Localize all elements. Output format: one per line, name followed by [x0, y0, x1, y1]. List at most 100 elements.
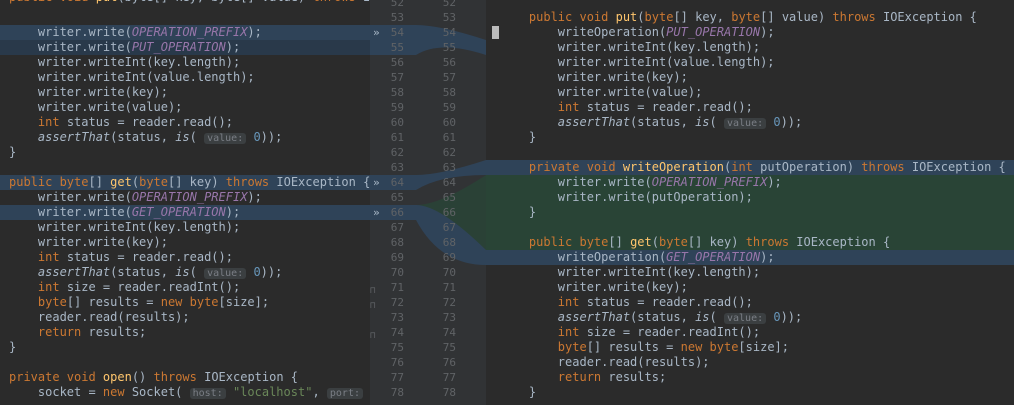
code-line[interactable]: writer.write(OPERATION_PREFIX); [486, 175, 1014, 190]
parameter-hint: value: [723, 118, 767, 129]
code-token: read [608, 355, 638, 369]
code-line[interactable]: } [486, 205, 1014, 220]
code-line[interactable]: int status = reader.read(); [486, 295, 1014, 310]
code-line[interactable]: writer.write(putOperation); [486, 190, 1014, 205]
code-token: [] key) [687, 235, 746, 249]
apply-change-arrow-icon[interactable]: » [373, 25, 380, 40]
fold-marker-icon[interactable]: ⊓ [370, 286, 375, 296]
parameter-hint: value: [204, 133, 247, 144]
right-editor-pane[interactable]: public void put(byte[] key, byte[] value… [486, 0, 1014, 405]
code-line[interactable]: byte[] results = new byte[size]; [486, 340, 1014, 355]
code-line[interactable]: } [0, 340, 370, 355]
code-text: assertThat(status, is( value: 0)); [9, 130, 370, 146]
code-line[interactable]: writer.write(key); [486, 70, 1014, 85]
code-line[interactable]: writer.writeInt(value.length); [0, 70, 370, 85]
code-token: (byte[] key, byte[] value) [117, 0, 312, 4]
code-line[interactable]: writer.write(OPERATION_PREFIX); [0, 25, 370, 40]
code-line[interactable]: public void put(byte[] key, byte[] value… [486, 10, 1014, 25]
code-token: throws [832, 10, 883, 24]
code-token: [size]; [218, 295, 270, 309]
code-text: writer.write(key); [500, 280, 1014, 295]
code-text: assertThat(status, is( value: 0)); [500, 115, 1014, 131]
code-line[interactable]: socket = new Socket( host: "localhost", … [0, 385, 370, 400]
code-line[interactable]: writer.writeInt(value.length); [486, 55, 1014, 70]
code-token: int [37, 280, 67, 294]
code-line[interactable]: int size = reader.readInt(); [0, 280, 370, 295]
code-token: writeOperation [622, 160, 724, 174]
code-text: } [500, 385, 1014, 400]
apply-change-arrow-icon[interactable]: » [373, 175, 380, 190]
code-token: (results); [637, 355, 710, 369]
code-token: [] [88, 175, 111, 189]
fold-marker-icon[interactable]: ⊓ [370, 301, 375, 311]
code-line[interactable]: } [486, 130, 1014, 145]
code-line[interactable]: writer.write(key); [0, 235, 370, 250]
code-token: IOException { [276, 175, 370, 189]
code-line[interactable]: assertThat(status, is( value: 0)); [486, 115, 1014, 130]
code-token: int [557, 295, 587, 309]
code-line[interactable]: writer.write(value); [0, 100, 370, 115]
code-token: OPERATION_PREFIX [131, 190, 248, 204]
code-line[interactable]: public byte[] get(byte[] key) throws IOE… [486, 235, 1014, 250]
code-text: int status = reader.read(); [500, 295, 1014, 310]
code-line[interactable]: writer.write(PUT_OPERATION); [0, 40, 370, 55]
code-line[interactable]: writer.write(key); [486, 280, 1014, 295]
code-line[interactable]: return results; [0, 325, 370, 340]
code-line[interactable]: return results; [486, 370, 1014, 385]
code-line[interactable]: reader.read(results); [0, 310, 370, 325]
code-text: public byte[] get(byte[] key) throws IOE… [9, 175, 370, 190]
code-line[interactable]: int size = reader.readInt(); [486, 325, 1014, 340]
code-line[interactable]: reader.read(results); [486, 355, 1014, 370]
code-line[interactable]: writer.write(OPERATION_PREFIX); [0, 190, 370, 205]
code-token: new byte [680, 340, 739, 354]
code-line[interactable] [486, 220, 1014, 235]
code-text: writer.writeInt(value.length); [500, 55, 1014, 70]
code-line[interactable]: public byte[] get(byte[] key) throws IOE… [0, 175, 370, 190]
code-text: reader.read(results); [9, 310, 370, 325]
code-line[interactable]: assertThat(status, is( value: 0)); [0, 130, 370, 145]
code-line[interactable]: assertThat(status, is( value: 0)); [0, 265, 370, 280]
code-text: writer.write(key); [9, 235, 370, 250]
code-line[interactable]: writeOperation(PUT_OPERATION); [486, 25, 1014, 40]
code-line[interactable]: } [486, 385, 1014, 400]
code-line[interactable]: } [0, 145, 370, 160]
code-line[interactable]: writer.write(key); [0, 85, 370, 100]
code-line[interactable]: private void open() throws IOException { [0, 370, 370, 385]
code-line[interactable]: public void put(byte[] key, byte[] value… [0, 0, 370, 5]
fold-marker-icon[interactable]: ⊓ [370, 331, 375, 341]
code-line[interactable]: writer.writeInt(key.length); [486, 40, 1014, 55]
code-line[interactable]: writeOperation(GET_OPERATION); [486, 250, 1014, 265]
left-line-number: 59 [390, 101, 404, 114]
code-token: writer.write(value); [9, 100, 183, 114]
right-line-number: 66 [442, 206, 456, 219]
code-token: writeOperation( [500, 25, 667, 39]
code-line[interactable]: int status = reader.read(); [486, 100, 1014, 115]
right-line-number: 69 [442, 251, 456, 264]
code-token: int [37, 115, 67, 129]
left-line-number: 68 [390, 236, 404, 249]
code-line[interactable]: int status = reader.read(); [0, 250, 370, 265]
code-line[interactable]: writer.write(GET_OPERATION); [0, 205, 370, 220]
code-token: get [630, 235, 652, 249]
code-line[interactable]: assertThat(status, is( value: 0)); [486, 310, 1014, 325]
code-token: status = reader.read(); [66, 250, 233, 264]
code-token: ); [225, 205, 241, 219]
code-token: Socket( [131, 385, 190, 399]
code-token: ); [760, 250, 775, 264]
code-line[interactable]: int status = reader.read(); [0, 115, 370, 130]
code-line[interactable]: byte[] results = new byte[size]; [0, 295, 370, 310]
code-line[interactable]: writer.writeInt(key.length); [0, 220, 370, 235]
code-line[interactable]: writer.write(value); [486, 85, 1014, 100]
code-token: IOException { [796, 235, 891, 249]
code-token: byte [579, 235, 609, 249]
left-editor-pane[interactable]: public void put(byte[] key, byte[] value… [0, 0, 370, 405]
apply-change-arrow-icon[interactable]: » [373, 205, 380, 220]
code-line[interactable]: writer.writeInt(key.length); [486, 265, 1014, 280]
code-line[interactable]: writer.writeInt(key.length); [0, 55, 370, 70]
code-token: [] key) [168, 175, 226, 189]
code-line[interactable]: private void writeOperation(int putOpera… [486, 160, 1014, 175]
code-token: throws [312, 0, 363, 4]
